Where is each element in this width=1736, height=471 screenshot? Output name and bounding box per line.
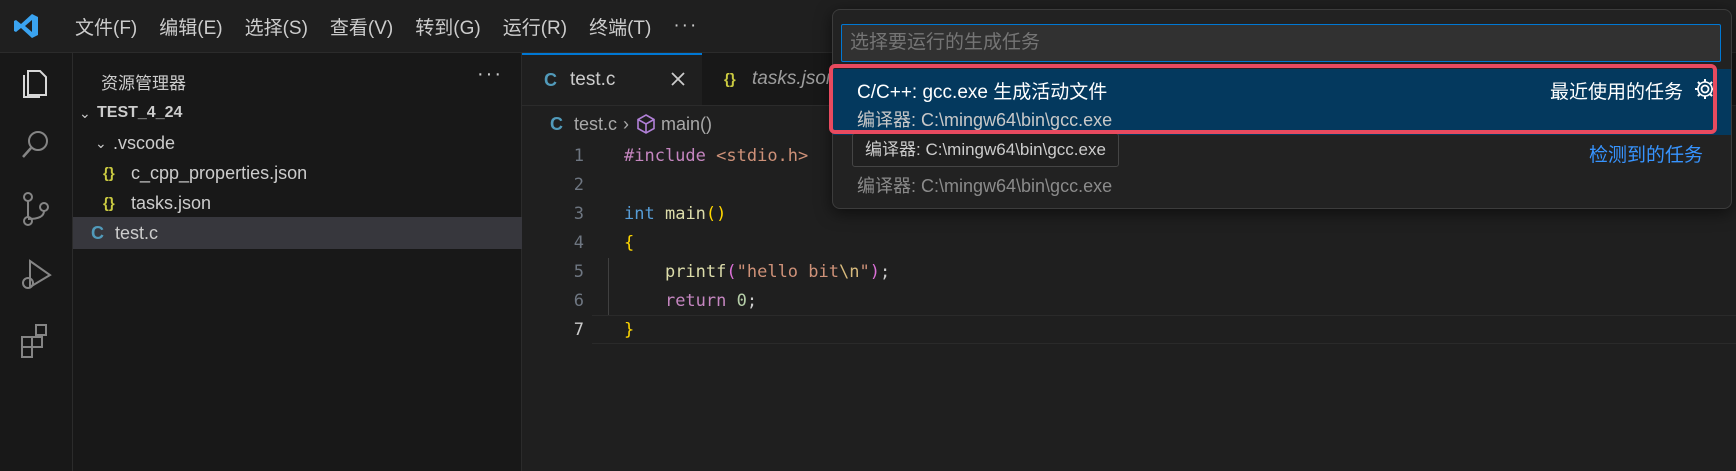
code-line: 4 { xyxy=(522,228,1736,257)
chevron-down-icon: ⌄ xyxy=(79,104,91,121)
c-file-icon: C xyxy=(550,113,563,134)
breadcrumb-file[interactable]: test.c xyxy=(574,114,617,135)
quick-pick-item-label: C/C++: gcc.exe 生成活动文件 xyxy=(857,82,1108,103)
quick-pick-item-detail: 编译器: C:\mingw64\bin\gcc.exe xyxy=(857,110,1113,130)
tree-file-label: c_cpp_properties.json xyxy=(131,162,308,183)
c-file-icon: C xyxy=(91,222,104,243)
code-text: return 0; xyxy=(664,290,758,311)
source-control-icon[interactable] xyxy=(14,187,58,231)
sidebar-more-button[interactable]: ··· xyxy=(477,63,503,86)
menu-file[interactable]: 文件(F) xyxy=(64,13,148,40)
search-icon[interactable] xyxy=(14,123,58,167)
breadcrumb-symbol[interactable]: main() xyxy=(661,114,712,135)
explorer-icon[interactable] xyxy=(14,61,58,105)
current-line-highlight xyxy=(592,315,1736,344)
recently-used-label: 最近使用的任务 xyxy=(1549,82,1683,103)
breadcrumb: C test.c › main() xyxy=(550,111,712,137)
tree-file-test-c[interactable]: C test.c xyxy=(73,217,539,249)
line-number: 5 xyxy=(573,261,584,282)
tree-file-tasks[interactable]: {} tasks.json xyxy=(73,187,551,219)
tree-file-label: test.c xyxy=(115,222,159,243)
tab-test-c[interactable]: C test.c xyxy=(522,53,702,105)
sidebar-title: 资源管理器 xyxy=(101,74,186,93)
tree-folder-vscode-label: .vscode xyxy=(113,132,176,153)
code-text: int main() xyxy=(624,203,727,224)
tab-label: test.c xyxy=(570,69,616,90)
code-text: } xyxy=(624,319,635,340)
line-number: 6 xyxy=(573,290,584,311)
quick-pick-input[interactable] xyxy=(841,24,1721,62)
code-line: 5 printf("hello bit\n"); xyxy=(522,257,1736,286)
code-line: 6 return 0; xyxy=(522,286,1736,315)
tree-file-c-cpp-properties[interactable]: {} c_cpp_properties.json xyxy=(73,157,551,189)
code-text: { xyxy=(624,232,635,253)
menu-edit[interactable]: 编辑(E) xyxy=(148,13,233,40)
extensions-icon[interactable] xyxy=(14,319,58,363)
close-icon[interactable] xyxy=(668,69,688,89)
run-debug-icon[interactable] xyxy=(14,253,58,297)
explorer-sidebar: 资源管理器 ··· ⌄ TEST_4_24 ⌄ .vscode {} c_cpp… xyxy=(73,53,539,471)
line-number: 3 xyxy=(573,203,584,224)
quick-pick-item-selected[interactable]: C/C++: gcc.exe 生成活动文件 编译器: C:\mingw64\bi… xyxy=(833,69,1731,135)
quick-pick-item-detail: 编译器: C:\mingw64\bin\gcc.exe xyxy=(857,176,1113,196)
tree-folder-root[interactable]: ⌄ TEST_4_24 xyxy=(73,97,527,129)
chevron-right-icon: › xyxy=(623,113,630,134)
menu-selection[interactable]: 选择(S) xyxy=(234,13,319,40)
gear-icon[interactable] xyxy=(1693,77,1717,101)
line-number: 7 xyxy=(573,319,584,340)
activity-bar xyxy=(0,53,73,471)
menu-view[interactable]: 查看(V) xyxy=(319,13,404,40)
c-file-icon: C xyxy=(544,69,557,90)
code-text: #include <stdio.h> xyxy=(624,145,809,166)
menu-more-button[interactable]: ··· xyxy=(662,15,709,37)
line-number: 1 xyxy=(573,145,584,166)
menu-terminal[interactable]: 终端(T) xyxy=(578,13,662,40)
tree-folder-vscode[interactable]: ⌄ .vscode xyxy=(73,127,543,159)
vscode-logo-icon xyxy=(14,14,38,38)
tree-file-label: tasks.json xyxy=(131,192,212,213)
tab-label: tasks.json xyxy=(752,68,837,89)
json-file-icon: {} xyxy=(724,70,736,88)
chevron-down-icon: ⌄ xyxy=(95,134,107,151)
tree-folder-root-label: TEST_4_24 xyxy=(97,104,183,121)
line-number: 2 xyxy=(573,174,584,195)
symbol-method-icon xyxy=(637,114,655,134)
quick-pick-panel: C/C++: gcc.exe 生成活动文件 编译器: C:\mingw64\bi… xyxy=(832,9,1732,209)
menu-run[interactable]: 运行(R) xyxy=(492,13,578,40)
json-file-icon: {} xyxy=(103,194,115,212)
json-file-icon: {} xyxy=(103,164,115,182)
menu-go[interactable]: 转到(G) xyxy=(404,13,491,40)
code-text: printf("hello bit\n"); xyxy=(664,261,891,282)
detected-tasks-label: 检测到的任务 xyxy=(1588,145,1703,166)
line-number: 4 xyxy=(573,232,584,253)
menu-bar: 文件(F) 编辑(E) 选择(S) 查看(V) 转到(G) 运行(R) 终端(T… xyxy=(64,0,709,52)
code-line-current: 7 } xyxy=(522,315,1736,344)
hover-tooltip: 编译器: C:\mingw64\bin\gcc.exe xyxy=(852,133,1119,167)
